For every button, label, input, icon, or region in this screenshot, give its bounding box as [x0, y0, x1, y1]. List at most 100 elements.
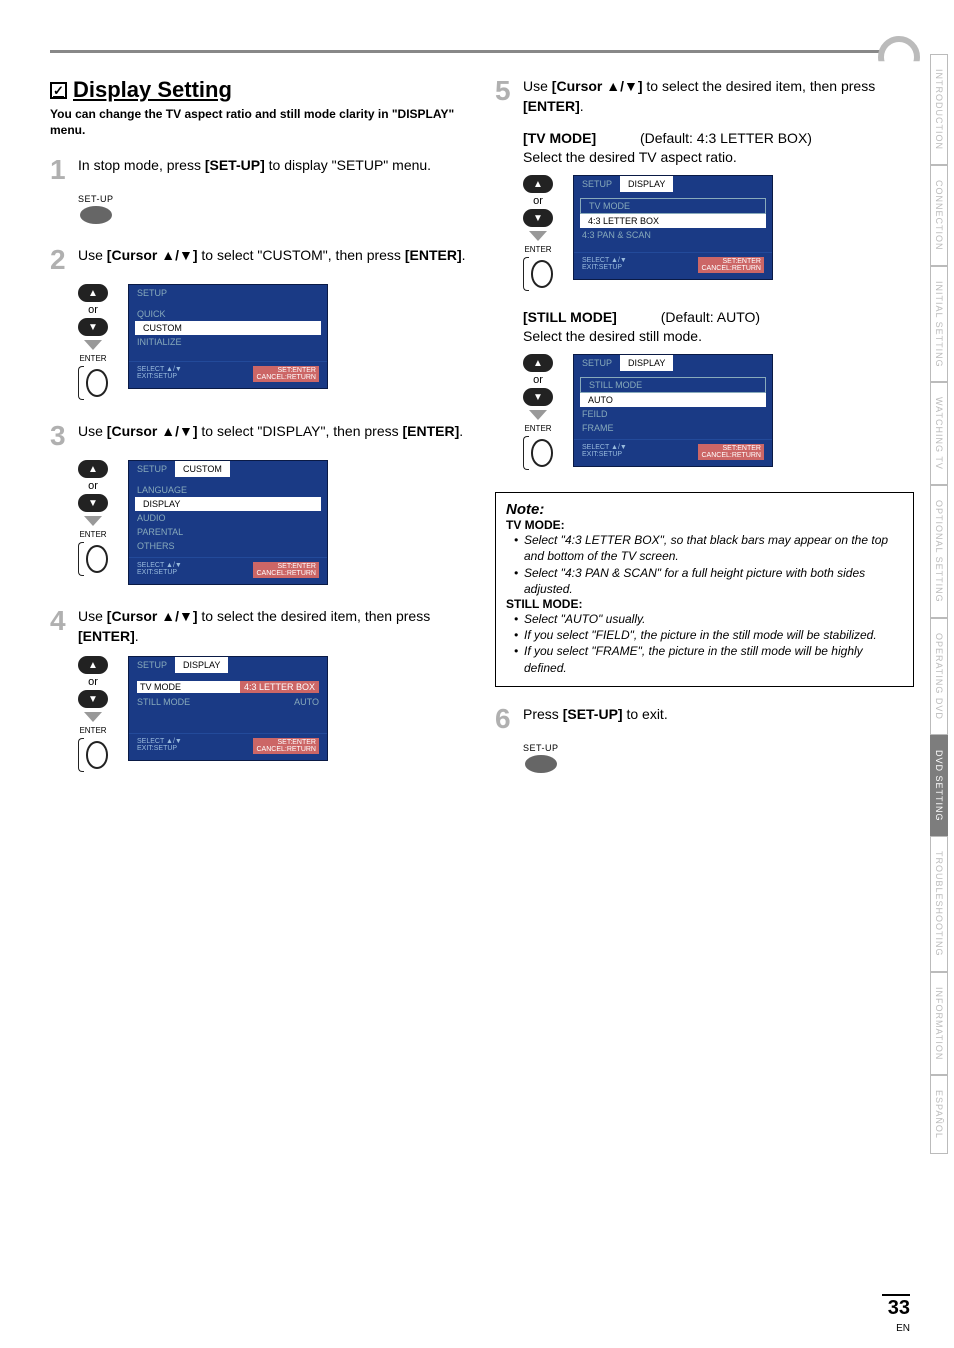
chevron-down-icon	[84, 516, 102, 526]
osd-val: AUTO	[294, 697, 319, 707]
note-item: If you select "FIELD", the picture in th…	[514, 627, 903, 643]
oval-icon	[525, 755, 557, 773]
osd-tab: SETUP	[129, 657, 175, 673]
t: EXIT:SETUP	[582, 264, 627, 271]
osd-footer-right: SET:ENTERCANCEL:RETURN	[253, 562, 319, 578]
t: .	[580, 98, 584, 114]
step-3: 3 Use [Cursor ▲/▼] to select "DISPLAY", …	[50, 422, 469, 585]
down-button-icon: ▼	[78, 318, 108, 336]
t: SELECT ▲/▼	[137, 366, 182, 373]
step-5: 5 Use [Cursor ▲/▼] to select the desired…	[495, 77, 914, 470]
osd-item: QUICK	[129, 307, 327, 321]
t: SET:ENTER	[256, 367, 316, 374]
cursor-enter-icon: ▲ or ▼ ENTER	[523, 354, 553, 470]
still-mode-default: (Default: AUTO)	[661, 309, 760, 325]
t: SET:ENTER	[701, 258, 761, 265]
osd-key: STILL MODE	[137, 697, 294, 707]
osd-screen-setup: SETUP QUICK CUSTOM INITIALIZE SELECT ▲/▼…	[128, 284, 328, 389]
t: EXIT:SETUP	[137, 373, 182, 380]
osd-row: STILL MODE AUTO	[129, 695, 327, 709]
enter-button-icon	[523, 257, 553, 291]
page-number: 33	[882, 1294, 910, 1320]
t: to select the desired item, then press	[643, 78, 876, 94]
t: CANCEL:RETURN	[701, 452, 761, 459]
enter-button-icon	[78, 542, 108, 576]
t: [ENTER]	[523, 98, 580, 114]
t: to display "SETUP" menu.	[265, 157, 431, 173]
enter-label: ENTER	[524, 245, 551, 254]
side-tab: INFORMATION	[930, 972, 948, 1075]
setup-label: SET-UP	[78, 194, 114, 204]
osd-footer-left: SELECT ▲/▼EXIT:SETUP	[582, 257, 627, 273]
still-mode-desc: Select the desired still mode.	[523, 328, 914, 344]
note-item: Select "4:3 PAN & SCAN" for a full heigh…	[514, 565, 903, 597]
t: to exit.	[623, 706, 668, 722]
osd-item: FRAME	[574, 421, 772, 435]
t: [TV MODE]	[523, 130, 596, 146]
t: SELECT ▲/▼	[137, 738, 182, 745]
header-rule	[50, 50, 914, 53]
cursor-enter-icon: ▲ or ▼ ENTER	[78, 460, 108, 576]
t: .	[459, 423, 463, 439]
osd-row-selected: TV MODE 4:3 LETTER BOX	[129, 679, 327, 695]
osd-tab-active: DISPLAY	[175, 657, 228, 673]
down-button-icon: ▼	[78, 690, 108, 708]
t: SET:ENTER	[256, 739, 316, 746]
enter-label: ENTER	[79, 354, 106, 363]
osd-item-selected: CUSTOM	[135, 321, 321, 335]
t: EXIT:SETUP	[137, 569, 182, 576]
t: [Cursor ▲/▼]	[107, 247, 198, 263]
t: CANCEL:RETURN	[256, 746, 316, 753]
osd-item: OTHERS	[129, 539, 327, 553]
enter-label: ENTER	[524, 424, 551, 433]
osd-item-selected: AUTO	[580, 393, 766, 407]
section-intro: You can change the TV aspect ratio and s…	[50, 107, 469, 138]
osd-footer-left: SELECT ▲/▼EXIT:SETUP	[582, 444, 627, 460]
enter-button-icon	[78, 366, 108, 400]
osd-val: 4:3 LETTER BOX	[240, 681, 319, 693]
t: [Cursor ▲/▼]	[107, 423, 198, 439]
note-item: Select "AUTO" usually.	[514, 611, 903, 627]
osd-header: STILL MODE	[580, 377, 766, 393]
osd-item: AUDIO	[129, 511, 327, 525]
t: Use	[523, 78, 552, 94]
enter-button-icon	[523, 436, 553, 470]
osd-screen-still-mode: SETUP DISPLAY STILL MODE AUTO FEILD FRAM…	[573, 354, 773, 467]
side-tab: ESPAÑOL	[930, 1075, 948, 1154]
osd-tab: SETUP	[129, 285, 175, 301]
enter-label: ENTER	[79, 726, 106, 735]
page-lang: EN	[896, 1323, 910, 1334]
note-title: Note:	[506, 501, 903, 518]
enter-button-icon	[78, 738, 108, 772]
or-text: or	[533, 195, 543, 207]
up-button-icon: ▲	[523, 354, 553, 372]
or-text: or	[533, 374, 543, 386]
chevron-down-icon	[84, 340, 102, 350]
t: Use	[78, 423, 107, 439]
tv-mode-default: (Default: 4:3 LETTER BOX)	[640, 130, 812, 146]
step-6: 6 Press [SET-UP] to exit. SET-UP	[495, 705, 914, 773]
t: SET:ENTER	[256, 563, 316, 570]
osd-item: LANGUAGE	[129, 483, 327, 497]
step-2: 2 Use [Cursor ▲/▼] to select "CUSTOM", t…	[50, 246, 469, 400]
or-text: or	[88, 480, 98, 492]
osd-item-selected: DISPLAY	[135, 497, 321, 511]
t: CANCEL:RETURN	[701, 265, 761, 272]
t: to select "CUSTOM", then press	[198, 247, 405, 263]
t: [SET-UP]	[563, 706, 623, 722]
step-text: Use [Cursor ▲/▼] to select "DISPLAY", th…	[78, 422, 469, 442]
osd-item: PARENTAL	[129, 525, 327, 539]
osd-tab: SETUP	[574, 176, 620, 192]
side-tab: WATCHING TV	[930, 382, 948, 485]
down-button-icon: ▼	[523, 388, 553, 406]
osd-footer-left: SELECT ▲/▼EXIT:SETUP	[137, 562, 182, 578]
t: to select "DISPLAY", then press	[198, 423, 403, 439]
osd-tab-active: DISPLAY	[620, 355, 673, 371]
t: [SET-UP]	[205, 157, 265, 173]
t: SELECT ▲/▼	[582, 257, 627, 264]
osd-screen-display: SETUP DISPLAY TV MODE 4:3 LETTER BOX STI…	[128, 656, 328, 761]
side-tabs: INTRODUCTION CONNECTION INITIAL SETTING …	[930, 54, 948, 1154]
note-still-head: STILL MODE:	[506, 597, 582, 611]
side-tab: OPERATING DVD	[930, 618, 948, 735]
note-tv-head: TV MODE:	[506, 518, 565, 532]
